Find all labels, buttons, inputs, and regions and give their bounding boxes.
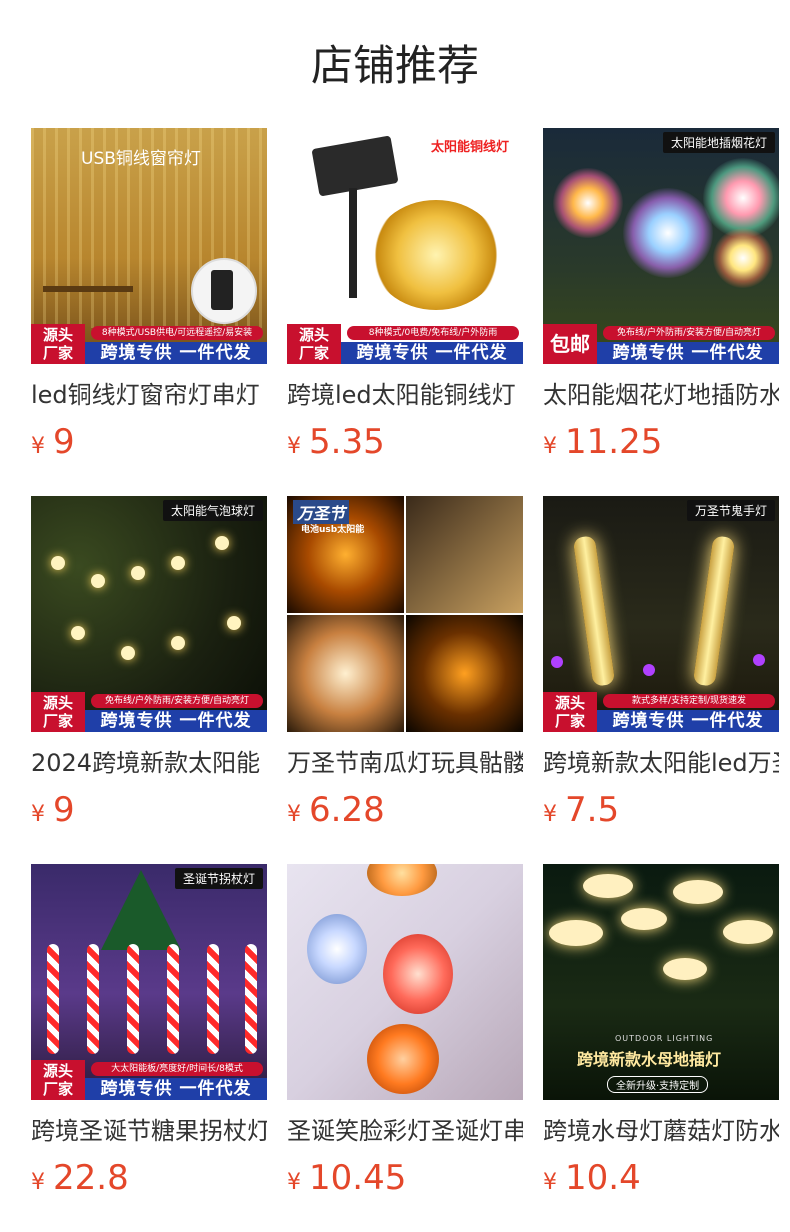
- skeleton-hand-icon: [572, 535, 616, 687]
- product-card[interactable]: USB铜线窗帘灯 源头 厂家 8种模式/USB供电/可远程遥控/易安装 跨境专供…: [31, 128, 267, 468]
- product-price: ¥11.25: [543, 422, 779, 468]
- image-banner-text: 跨境专供 一件代发: [85, 1078, 267, 1100]
- product-card[interactable]: OUTDOOR LIGHTING 跨境新款水母地插灯 全新升级·支持定制 跨境水…: [543, 864, 779, 1204]
- image-tagline: 款式多样/支持定制/现货速发: [603, 694, 775, 708]
- factory-badge: 源头 厂家: [31, 692, 85, 732]
- image-banner: 源头 厂家 8种模式/0电费/免布线/户外防雨 跨境专供 一件代发: [287, 324, 523, 364]
- skeleton-hand-icon: [692, 535, 736, 687]
- image-banner: 包邮 免布线/户外防雨/安装方便/自动亮灯 跨境专供 一件代发: [543, 324, 779, 364]
- factory-badge: 源头 厂家: [31, 324, 85, 364]
- currency-symbol: ¥: [31, 802, 45, 827]
- page-title: 店铺推荐: [310, 41, 479, 90]
- price-value: 22.8: [53, 1158, 129, 1198]
- image-banner-text: 跨境专供 一件代发: [341, 342, 523, 364]
- product-image[interactable]: 太阳能铜线灯 源头 厂家 8种模式/0电费/免布线/户外防雨 跨境专供 一件代发: [287, 128, 523, 364]
- product-price: ¥7.5: [543, 790, 779, 836]
- image-corner-tag: 太阳能地插烟花灯: [662, 132, 775, 153]
- product-price: ¥5.35: [287, 422, 523, 468]
- image-small-caption: OUTDOOR LIGHTING: [615, 1034, 714, 1043]
- currency-symbol: ¥: [543, 1170, 557, 1195]
- image-title: USB铜线窗帘灯: [81, 149, 201, 169]
- image-corner-tag: 万圣节: [293, 500, 350, 524]
- image-corner-tag: 圣诞节拐杖灯: [174, 868, 263, 889]
- product-card[interactable]: 太阳能气泡球灯 源头 厂家 免布线/户外防雨/安装方便/自动亮灯 跨境专供 一件…: [31, 496, 267, 836]
- image-tagline: 大太阳能板/亮度好/时间长/8模式: [91, 1062, 263, 1076]
- product-image[interactable]: OUTDOOR LIGHTING 跨境新款水母地插灯 全新升级·支持定制: [543, 864, 779, 1100]
- currency-symbol: ¥: [543, 434, 557, 459]
- currency-symbol: ¥: [287, 1170, 301, 1195]
- price-value: 6.28: [309, 790, 385, 830]
- currency-symbol: ¥: [287, 434, 301, 459]
- free-shipping-badge: 包邮: [543, 324, 597, 364]
- product-name[interactable]: led铜线灯窗帘灯串灯: [31, 380, 267, 410]
- product-price: ¥6.28: [287, 790, 523, 836]
- image-pill: 全新升级·支持定制: [607, 1076, 709, 1093]
- product-card[interactable]: 圣诞节拐杖灯 源头 厂家 大太阳能板/亮度好/时间长/8模式 跨境专供 一件代发…: [31, 864, 267, 1204]
- image-title: 跨境新款水母地插灯: [577, 1050, 722, 1069]
- factory-badge: 源头 厂家: [31, 1060, 85, 1100]
- product-price: ¥9: [31, 422, 267, 468]
- product-price: ¥22.8: [31, 1158, 267, 1204]
- image-banner-text: 跨境专供 一件代发: [597, 342, 779, 364]
- product-card[interactable]: 万圣节 电池usb太阳能 万圣节南瓜灯玩具骷髅 ¥6.28: [287, 496, 523, 836]
- price-value: 11.25: [565, 422, 663, 462]
- product-image[interactable]: 太阳能地插烟花灯 包邮 免布线/户外防雨/安装方便/自动亮灯 跨境专供 一件代发: [543, 128, 779, 364]
- factory-badge: 源头 厂家: [287, 324, 341, 364]
- product-card[interactable]: 太阳能铜线灯 源头 厂家 8种模式/0电费/免布线/户外防雨 跨境专供 一件代发…: [287, 128, 523, 468]
- image-banner-text: 跨境专供 一件代发: [85, 342, 267, 364]
- product-card[interactable]: 太阳能地插烟花灯 包邮 免布线/户外防雨/安装方便/自动亮灯 跨境专供 一件代发…: [543, 128, 779, 468]
- image-corner-tag: 太阳能气泡球灯: [162, 500, 263, 521]
- copper-wire-coil: [371, 200, 501, 310]
- price-value: 10.45: [309, 1158, 407, 1198]
- image-tagline: 8种模式/0电费/免布线/户外防雨: [347, 326, 519, 340]
- image-banner: 源头 厂家 8种模式/USB供电/可远程遥控/易安装 跨境专供 一件代发: [31, 324, 267, 364]
- image-banner-text: 跨境专供 一件代发: [597, 710, 779, 732]
- product-card[interactable]: 万圣节鬼手灯 源头 厂家 款式多样/支持定制/现货速发 跨境专供 一件代发 跨境…: [543, 496, 779, 836]
- image-tagline: 免布线/户外防雨/安装方便/自动亮灯: [603, 326, 775, 340]
- product-name[interactable]: 万圣节南瓜灯玩具骷髅: [287, 748, 523, 778]
- remote-control-icon: [191, 258, 257, 324]
- image-corner-tag: 太阳能铜线灯: [430, 140, 509, 155]
- product-name[interactable]: 跨境新款太阳能led万圣: [543, 748, 779, 778]
- product-name[interactable]: 圣诞笑脸彩灯圣诞灯串: [287, 1116, 523, 1146]
- price-value: 10.4: [565, 1158, 641, 1198]
- product-name[interactable]: 跨境水母灯蘑菇灯防水: [543, 1116, 779, 1146]
- image-tagline: 免布线/户外防雨/安装方便/自动亮灯: [91, 694, 263, 708]
- image-sub-tag: 电池usb太阳能: [301, 525, 365, 535]
- currency-symbol: ¥: [31, 434, 45, 459]
- product-name[interactable]: 跨境圣诞节糖果拐杖灯: [31, 1116, 267, 1146]
- product-name[interactable]: 2024跨境新款太阳能: [31, 748, 267, 778]
- price-value: 9: [53, 790, 75, 830]
- currency-symbol: ¥: [287, 802, 301, 827]
- currency-symbol: ¥: [31, 1170, 45, 1195]
- factory-badge: 源头 厂家: [543, 692, 597, 732]
- product-image[interactable]: USB铜线窗帘灯 源头 厂家 8种模式/USB供电/可远程遥控/易安装 跨境专供…: [31, 128, 267, 364]
- image-banner: 源头 厂家 免布线/户外防雨/安装方便/自动亮灯 跨境专供 一件代发: [31, 692, 267, 732]
- image-banner: 源头 厂家 款式多样/支持定制/现货速发 跨境专供 一件代发: [543, 692, 779, 732]
- product-image[interactable]: 圣诞节拐杖灯 源头 厂家 大太阳能板/亮度好/时间长/8模式 跨境专供 一件代发: [31, 864, 267, 1100]
- image-banner: 源头 厂家 大太阳能板/亮度好/时间长/8模式 跨境专供 一件代发: [31, 1060, 267, 1100]
- price-value: 7.5: [565, 790, 620, 830]
- product-image[interactable]: [287, 864, 523, 1100]
- currency-symbol: ¥: [543, 802, 557, 827]
- product-card[interactable]: 圣诞笑脸彩灯圣诞灯串 ¥10.45: [287, 864, 523, 1204]
- product-image[interactable]: 太阳能气泡球灯 源头 厂家 免布线/户外防雨/安装方便/自动亮灯 跨境专供 一件…: [31, 496, 267, 732]
- product-price: ¥10.45: [287, 1158, 523, 1204]
- christmas-tree-icon: [101, 870, 181, 950]
- product-name[interactable]: 跨境led太阳能铜线灯: [287, 380, 523, 410]
- image-tagline: 8种模式/USB供电/可远程遥控/易安装: [91, 326, 263, 340]
- product-image[interactable]: 万圣节鬼手灯 源头 厂家 款式多样/支持定制/现货速发 跨境专供 一件代发: [543, 496, 779, 732]
- product-price: ¥9: [31, 790, 267, 836]
- product-price: ¥10.4: [543, 1158, 779, 1204]
- product-image[interactable]: 万圣节 电池usb太阳能: [287, 496, 523, 732]
- product-name[interactable]: 太阳能烟花灯地插防水: [543, 380, 779, 410]
- price-value: 5.35: [309, 422, 385, 462]
- image-banner-text: 跨境专供 一件代发: [85, 710, 267, 732]
- image-corner-tag: 万圣节鬼手灯: [686, 500, 775, 521]
- price-value: 9: [53, 422, 75, 462]
